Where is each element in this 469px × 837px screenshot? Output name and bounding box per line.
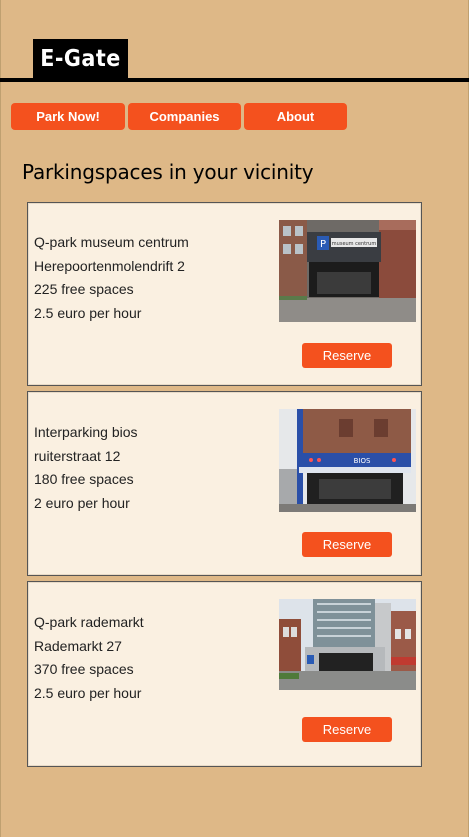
reserve-button[interactable]: Reserve <box>302 532 392 557</box>
parking-price: 2 euro per hour <box>34 494 130 511</box>
parking-card: Q-park rademarkt Rademarkt 27 370 free s… <box>27 581 422 767</box>
parking-free-spaces: 370 free spaces <box>34 661 134 677</box>
parking-price: 2.5 euro per hour <box>34 304 142 321</box>
parking-name: Interparking bios <box>34 424 138 440</box>
reserve-button[interactable]: Reserve <box>302 343 392 368</box>
parking-address: Rademarkt 27 <box>34 637 122 654</box>
parking-card: Q-park museum centrum Herepoortenmolendr… <box>27 202 422 386</box>
parking-free-spaces: 180 free spaces <box>34 471 134 487</box>
svg-text:BIOS: BIOS <box>354 457 371 465</box>
parking-address: Herepoortenmolendrift 2 <box>34 257 185 274</box>
header-divider <box>0 78 469 82</box>
companies-button[interactable]: Companies <box>128 103 241 130</box>
parking-photo: P museum centrum <box>279 220 416 322</box>
parking-name: Q-park rademarkt <box>34 614 144 630</box>
svg-text:museum centrum: museum centrum <box>332 241 377 247</box>
reserve-button[interactable]: Reserve <box>302 717 392 742</box>
parking-photo: BIOS <box>279 409 416 512</box>
page-frame-left <box>0 0 1 837</box>
logo[interactable]: E-Gate <box>33 39 128 78</box>
parking-info: Interparking bios ruiterstraat 12 180 fr… <box>34 421 138 515</box>
parking-price: 2.5 euro per hour <box>34 684 142 701</box>
page-title: Parkingspaces in your vicinity <box>22 160 314 184</box>
svg-text:P: P <box>320 239 326 250</box>
parking-card: Interparking bios ruiterstraat 12 180 fr… <box>27 391 422 576</box>
parking-name: Q-park museum centrum <box>34 234 189 250</box>
parking-free-spaces: 225 free spaces <box>34 281 134 297</box>
parking-info: Q-park rademarkt Rademarkt 27 370 free s… <box>34 611 144 705</box>
parking-photo <box>279 599 416 690</box>
parking-address: ruiterstraat 12 <box>34 447 121 464</box>
parking-info: Q-park museum centrum Herepoortenmolendr… <box>34 231 189 325</box>
about-button[interactable]: About <box>244 103 347 130</box>
main-nav: Park Now! Companies About <box>11 103 347 130</box>
park-now-button[interactable]: Park Now! <box>11 103 125 130</box>
